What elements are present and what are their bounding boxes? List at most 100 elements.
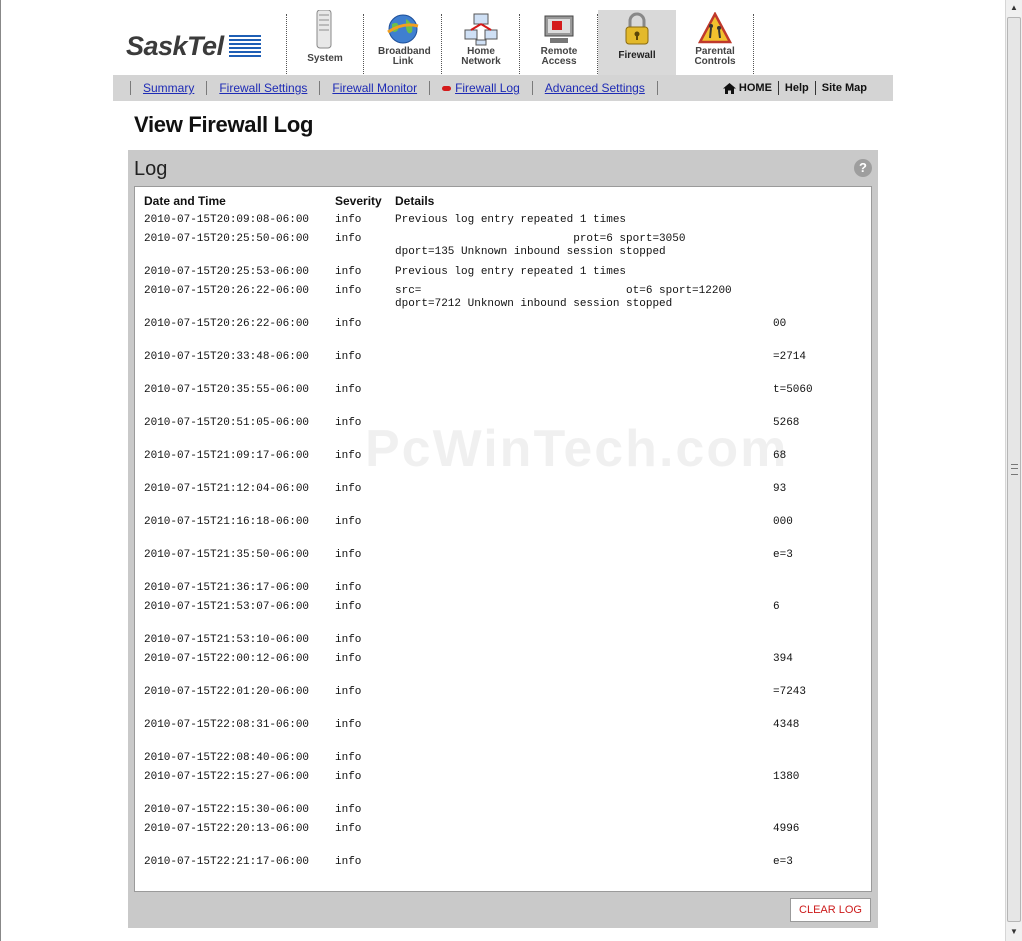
nav-tab-remote-access[interactable]: Remote Access	[520, 10, 598, 75]
log-date: 2010-07-15T21:53:07-06:00	[144, 601, 310, 613]
firewall-subnav-links: Summary Firewall Settings Firewall Monit…	[130, 75, 658, 101]
column-header-date: Date and Time	[144, 194, 226, 208]
remote-computer-icon	[542, 12, 576, 46]
help-icon[interactable]: ?	[854, 159, 872, 177]
log-table: Date and Time Severity Details 2010-07-1…	[134, 186, 872, 892]
log-date: 2010-07-15T20:35:55-06:00	[144, 384, 310, 396]
log-date: 2010-07-15T22:15:27-06:00	[144, 771, 310, 783]
log-date: 2010-07-15T22:08:40-06:00	[144, 752, 310, 764]
home-icon	[722, 82, 736, 94]
active-indicator-icon	[442, 85, 452, 91]
log-date: 2010-07-15T21:53:10-06:00	[144, 634, 310, 646]
scrollbar-grip-icon	[1011, 464, 1018, 475]
log-details: prot=6 sport=3050 dport=135 Unknown inbo…	[395, 233, 686, 258]
vertical-scrollbar[interactable]: ▲ ▼	[1005, 0, 1022, 941]
nav-tab-label: Remote Access	[540, 46, 578, 67]
log-date: 2010-07-15T20:25:53-06:00	[144, 266, 310, 278]
padlock-icon	[620, 12, 654, 46]
log-details-fragment: 1380	[773, 771, 800, 783]
globe-icon	[386, 12, 420, 46]
log-severity: info	[335, 823, 362, 835]
site-map-link[interactable]: Site Map	[814, 81, 873, 95]
log-details-fragment: =7243	[773, 686, 807, 698]
log-panel-title: Log	[134, 158, 168, 180]
clear-log-button[interactable]: CLEAR LOG	[790, 898, 871, 922]
subnav-link-firewall-log[interactable]: Firewall Log	[429, 81, 532, 95]
log-details: src= ot=6 sport=12200 dport=7212 Unknown…	[395, 285, 732, 310]
log-details-fragment: 00	[773, 318, 787, 330]
log-panel: Log ? Date and Time Severity Details 201…	[128, 150, 878, 928]
log-severity: info	[335, 417, 362, 429]
scrollbar-thumb[interactable]	[1007, 17, 1021, 922]
log-details-fragment: 93	[773, 483, 787, 495]
log-severity: info	[335, 450, 362, 462]
home-link-label: HOME	[738, 82, 772, 94]
nav-tab-home-network[interactable]: Home Network	[442, 10, 520, 75]
sasktel-logo[interactable]: SaskTel	[126, 30, 261, 62]
log-details-fragment: 000	[773, 516, 793, 528]
system-tower-icon	[308, 9, 342, 49]
column-header-details: Details	[395, 194, 435, 208]
scroll-up-arrow-icon[interactable]: ▲	[1006, 0, 1022, 16]
log-severity: info	[335, 516, 362, 528]
nav-tab-label: Firewall	[618, 50, 656, 61]
logo-stripes-icon	[228, 35, 261, 57]
nav-tab-label: Home Network	[461, 46, 501, 67]
log-date: 2010-07-15T22:08:31-06:00	[144, 719, 310, 731]
logo-text: SaskTel	[126, 30, 224, 61]
nav-tab-label: Broadband Link	[378, 46, 431, 67]
log-details-fragment: e=3	[773, 549, 793, 561]
log-date: 2010-07-15T20:26:22-06:00	[144, 318, 310, 330]
page-title: View Firewall Log	[134, 112, 314, 137]
log-date: 2010-07-15T20:33:48-06:00	[144, 351, 310, 363]
log-details-fragment: =2714	[773, 351, 807, 363]
log-date: 2010-07-15T22:01:20-06:00	[144, 686, 310, 698]
log-severity: info	[335, 266, 362, 278]
log-details-fragment: 394	[773, 653, 793, 665]
log-date: 2010-07-15T20:26:22-06:00	[144, 285, 310, 297]
nav-tab-broadband-link[interactable]: Broadband Link	[364, 10, 442, 75]
utility-links: HOME Help Site Map	[717, 75, 873, 101]
log-severity: info	[335, 384, 362, 396]
nav-tab-system[interactable]: System	[286, 9, 364, 75]
subnav-link-summary[interactable]: Summary	[130, 81, 206, 95]
log-details: Previous log entry repeated 1 times	[395, 214, 627, 226]
log-severity: info	[335, 214, 362, 226]
nav-tab-parental-controls[interactable]: Parental Controls	[676, 10, 754, 75]
log-severity: info	[335, 233, 362, 245]
log-severity: info	[335, 483, 362, 495]
subnav-link-firewall-monitor[interactable]: Firewall Monitor	[319, 81, 429, 95]
sub-navigation-bar: Summary Firewall Settings Firewall Monit…	[113, 75, 893, 101]
log-date: 2010-07-15T21:36:17-06:00	[144, 582, 310, 594]
help-link[interactable]: Help	[777, 81, 815, 95]
network-computers-icon	[464, 12, 498, 46]
log-severity: info	[335, 601, 362, 613]
nav-tab-label: Parental Controls	[694, 46, 736, 67]
subnav-link-firewall-settings[interactable]: Firewall Settings	[206, 81, 319, 95]
nav-tab-firewall[interactable]: Firewall	[598, 10, 676, 75]
log-date: 2010-07-15T22:00:12-06:00	[144, 653, 310, 665]
log-date: 2010-07-15T22:15:30-06:00	[144, 804, 310, 816]
log-severity: info	[335, 686, 362, 698]
log-date: 2010-07-15T20:25:50-06:00	[144, 233, 310, 245]
log-severity: info	[335, 719, 362, 731]
log-severity: info	[335, 804, 362, 816]
log-date: 2010-07-15T21:09:17-06:00	[144, 450, 310, 462]
warning-sign-icon	[697, 11, 733, 46]
log-severity: info	[335, 582, 362, 594]
main-nav: System Broadband Link Home Network Remot…	[286, 9, 754, 75]
log-date: 2010-07-15T21:12:04-06:00	[144, 483, 310, 495]
log-severity: info	[335, 856, 362, 868]
subnav-link-advanced-settings[interactable]: Advanced Settings	[531, 81, 658, 95]
log-severity: info	[335, 634, 362, 646]
log-details-fragment: 4996	[773, 823, 800, 835]
log-date: 2010-07-15T20:51:05-06:00	[144, 417, 310, 429]
log-details-fragment: e=3	[773, 856, 793, 868]
log-date: 2010-07-15T22:20:13-06:00	[144, 823, 310, 835]
log-details-fragment: t=5060	[773, 384, 813, 396]
home-link[interactable]: HOME	[717, 81, 778, 95]
scroll-down-arrow-icon[interactable]: ▼	[1006, 924, 1022, 940]
log-details-fragment: 4348	[773, 719, 800, 731]
log-date: 2010-07-15T22:21:17-06:00	[144, 856, 310, 868]
subnav-link-label: Firewall Log	[455, 81, 520, 95]
